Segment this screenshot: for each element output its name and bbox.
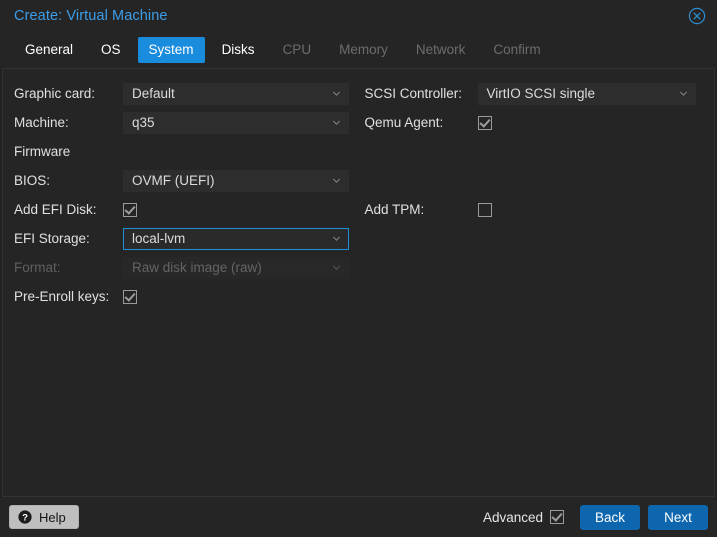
chevron-down-icon <box>332 236 340 241</box>
wizard-tabbar: General OS System Disks CPU Memory Netwo… <box>0 32 717 68</box>
tab-memory: Memory <box>339 42 388 57</box>
close-circle-icon-glyph <box>688 7 706 25</box>
tab-general[interactable]: General <box>14 37 84 63</box>
field-bios: BIOS: OVMF (UEFI) <box>14 166 349 195</box>
form-columns: Graphic card: Default Machine: q35 Firmw… <box>3 69 714 311</box>
chevron-down-icon <box>332 178 340 183</box>
tab-network: Network <box>415 42 466 57</box>
add-tpm-label: Add TPM: <box>364 202 425 217</box>
tab-system[interactable]: System <box>137 37 205 63</box>
field-machine: Machine: q35 <box>14 108 349 137</box>
scsi-controller-select[interactable]: VirtIO SCSI single <box>477 82 696 105</box>
add-efi-disk-label: Add EFI Disk: <box>14 202 97 217</box>
bios-select[interactable]: OVMF (UEFI) <box>123 169 349 192</box>
advanced-toggle[interactable]: Advanced <box>483 510 564 525</box>
next-button[interactable]: Next <box>648 504 708 530</box>
field-format: Format: Raw disk image (raw) <box>14 253 349 282</box>
efi-storage-label: EFI Storage: <box>14 231 90 246</box>
field-add-tpm: Add TPM: <box>365 195 697 224</box>
field-qemu-agent: Qemu Agent: <box>365 108 697 137</box>
qemu-agent-label: Qemu Agent: <box>364 115 444 130</box>
efi-storage-select[interactable]: local-lvm <box>123 227 349 250</box>
dialog-footer: ? Help Advanced Back Next <box>0 497 717 537</box>
form-column-left: Graphic card: Default Machine: q35 Firmw… <box>3 79 359 311</box>
scsi-controller-value: VirtIO SCSI single <box>486 86 596 101</box>
help-button[interactable]: ? Help <box>9 505 79 529</box>
tab-os[interactable]: OS <box>90 37 132 63</box>
form-column-right: SCSI Controller: VirtIO SCSI single Qemu… <box>359 79 715 311</box>
format-select: Raw disk image (raw) <box>123 256 349 279</box>
dialog-title: Create: Virtual Machine <box>14 8 168 24</box>
question-circle-icon: ? <box>18 510 32 524</box>
create-virtual-machine-dialog: Create: Virtual Machine General OS Syste… <box>0 0 717 537</box>
pre-enroll-keys-checkbox[interactable] <box>123 289 137 304</box>
firmware-section-label: Firmware <box>14 144 71 159</box>
graphic-card-value: Default <box>132 86 175 101</box>
section-firmware: Firmware <box>14 137 349 166</box>
footer-actions: Advanced Back Next <box>483 504 708 530</box>
machine-value: q35 <box>132 115 155 130</box>
field-pre-enroll-keys: Pre-Enroll keys: <box>14 282 349 311</box>
chevron-down-icon <box>332 91 340 96</box>
format-value: Raw disk image (raw) <box>132 260 262 275</box>
field-efi-storage: EFI Storage: local-lvm <box>14 224 349 253</box>
qemu-agent-checkbox[interactable] <box>477 115 492 130</box>
right-spacer-row-2 <box>365 166 697 195</box>
help-button-label: Help <box>39 509 66 525</box>
right-spacer-row <box>365 137 697 166</box>
field-scsi-controller: SCSI Controller: VirtIO SCSI single <box>364 79 696 108</box>
bios-label: BIOS: <box>14 173 51 188</box>
add-tpm-checkbox[interactable] <box>477 202 492 217</box>
svg-text:?: ? <box>22 513 28 524</box>
machine-select[interactable]: q35 <box>123 111 349 134</box>
machine-label: Machine: <box>14 115 69 130</box>
graphic-card-select[interactable]: Default <box>123 82 349 105</box>
graphic-card-label: Graphic card: <box>14 86 96 101</box>
tab-disks[interactable]: Disks <box>211 37 266 63</box>
dialog-titlebar: Create: Virtual Machine <box>0 0 717 32</box>
format-label: Format: <box>14 260 61 275</box>
chevron-down-icon <box>332 120 340 125</box>
pre-enroll-keys-label: Pre-Enroll keys: <box>14 289 110 304</box>
chevron-down-icon <box>332 265 340 270</box>
efi-storage-value: local-lvm <box>132 231 186 246</box>
back-button[interactable]: Back <box>580 504 640 530</box>
scsi-controller-label: SCSI Controller: <box>364 86 463 101</box>
tab-confirm: Confirm <box>493 42 541 57</box>
advanced-label: Advanced <box>482 509 543 525</box>
bios-value: OVMF (UEFI) <box>132 173 215 188</box>
close-icon[interactable] <box>685 4 709 28</box>
tab-cpu: CPU <box>282 42 312 57</box>
chevron-down-icon <box>679 91 688 96</box>
add-efi-disk-checkbox[interactable] <box>123 202 137 217</box>
field-graphic-card: Graphic card: Default <box>14 79 349 108</box>
field-add-efi-disk: Add EFI Disk: <box>14 195 349 224</box>
advanced-checkbox[interactable] <box>550 510 564 524</box>
system-tab-panel: Graphic card: Default Machine: q35 Firmw… <box>2 68 715 497</box>
